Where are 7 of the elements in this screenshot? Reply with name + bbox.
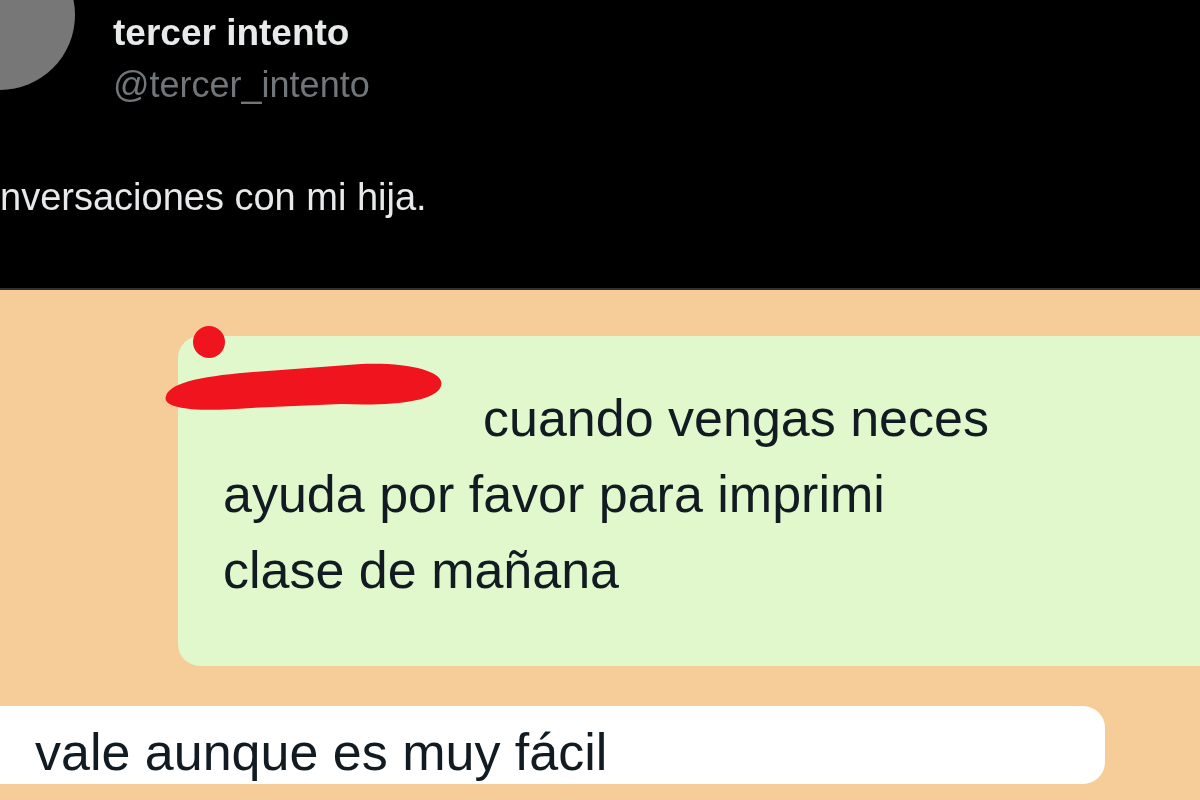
message-text: clase de mañana	[223, 540, 620, 601]
message-text: vale aunque es muy fácil	[35, 722, 608, 783]
author-handle[interactable]: @tercer_intento	[113, 64, 370, 106]
tweet-text: nversaciones con mi hija.	[0, 176, 428, 219]
message-text: cuando vengas neces	[483, 388, 989, 449]
author-name[interactable]: tercer intento	[113, 12, 350, 54]
message-text: ayuda por favor para imprimi	[223, 464, 885, 525]
